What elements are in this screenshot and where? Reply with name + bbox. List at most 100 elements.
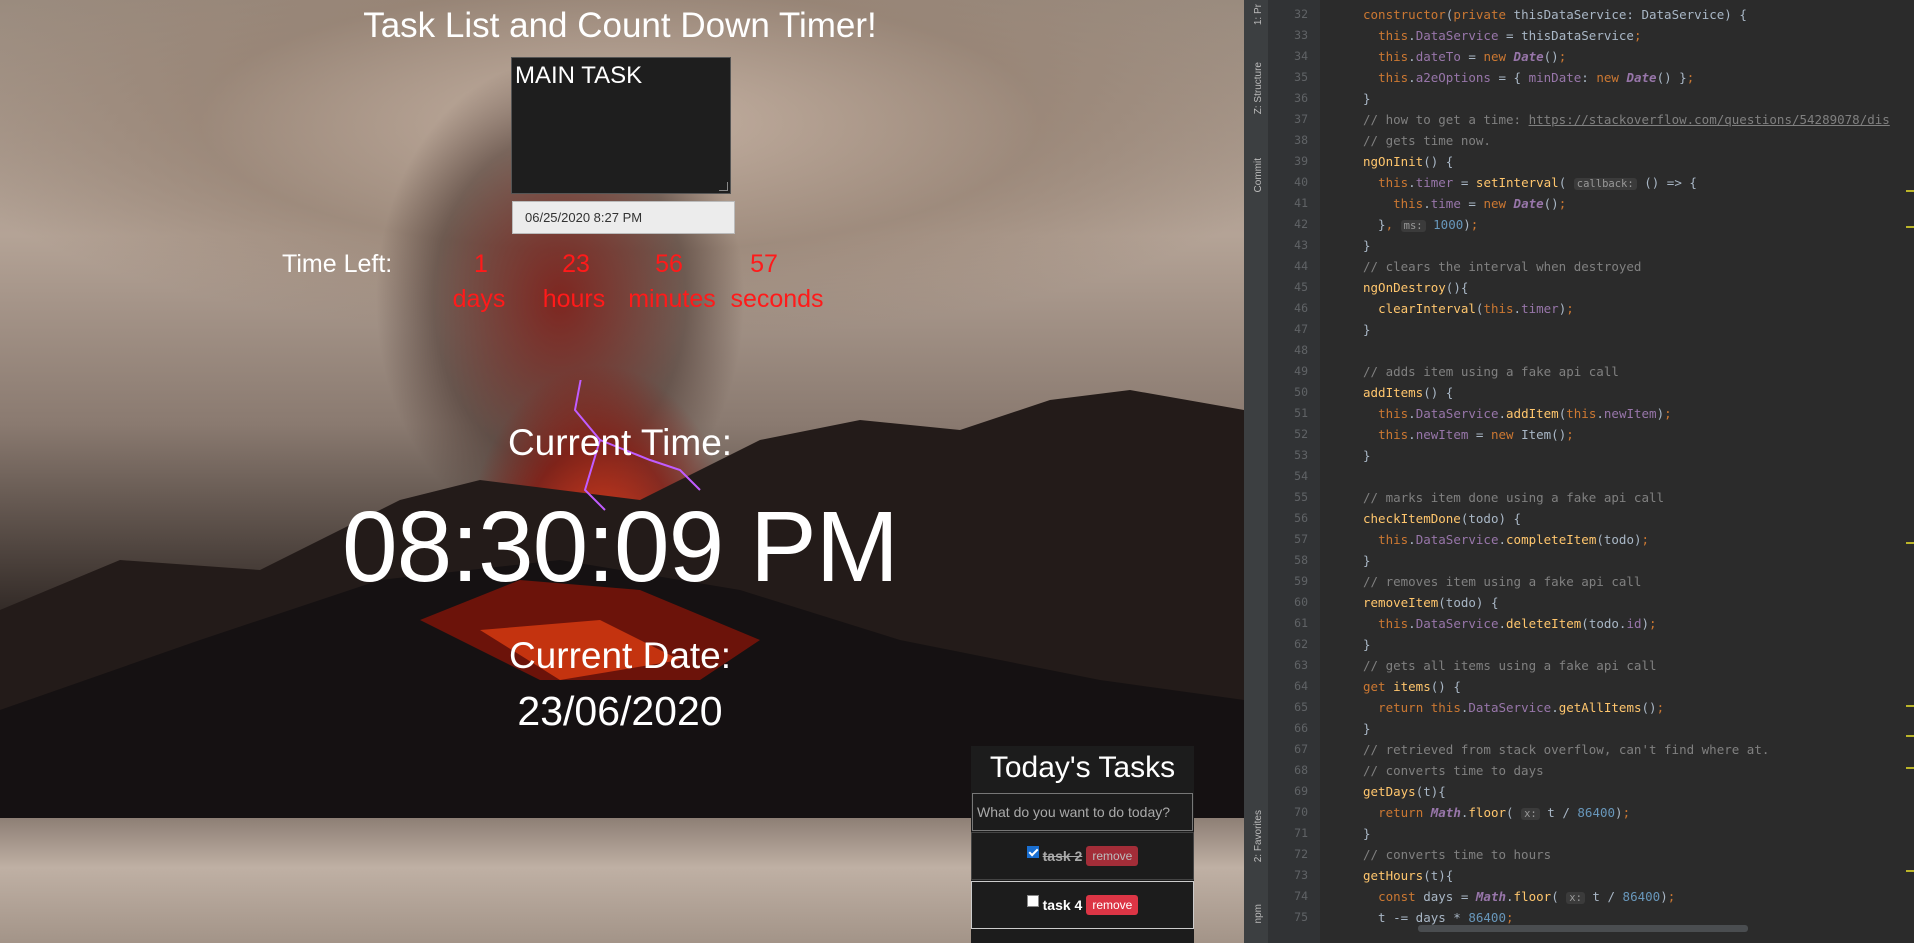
current-date-value: 23/06/2020 [517,688,723,734]
task-checkbox[interactable] [1026,895,1039,907]
countdown-seconds-value: 57 [750,250,778,278]
code-text: } [1363,448,1371,463]
line-number: 65 [1294,700,1308,714]
code-text: } [1363,826,1371,841]
resize-grip-icon[interactable] [719,182,728,191]
code-text: this.a2eOptions = { minDate: new Date() … [1378,70,1695,85]
scroll-marker [1906,705,1914,707]
line-number: 42 [1294,217,1308,231]
code-text: } [1363,637,1371,652]
code-text: } [1363,721,1371,736]
line-number: 72 [1294,847,1308,861]
line-number: 73 [1294,868,1308,882]
code-text: this.time = new Date(); [1393,196,1567,211]
scroll-marker [1906,190,1914,192]
line-number: 51 [1294,406,1308,420]
task-text: task 4 [1042,897,1083,913]
line-number: 59 [1294,574,1308,588]
line-number: 50 [1294,385,1308,399]
line-number: 71 [1294,826,1308,840]
code-text: // converts time to hours [1363,847,1552,862]
code-text: // converts time to days [1363,763,1544,778]
page-title: Task List and Count Down Timer! [363,6,877,45]
countdown-minutes-value: 56 [655,250,683,278]
line-number: 38 [1294,133,1308,147]
line-number: 55 [1294,490,1308,504]
line-number: 60 [1294,595,1308,609]
task-text: task 2 [1042,848,1083,864]
remove-button[interactable]: remove [1086,846,1139,866]
tool-tab-npm[interactable]: npm [1248,904,1268,923]
horizontal-scrollbar[interactable] [1418,925,1748,932]
line-number: 48 [1294,343,1308,357]
line-number: 52 [1294,427,1308,441]
code-text: removeItem(todo) { [1363,595,1499,610]
task-row: task 4 remove [971,881,1194,929]
todays-tasks-panel: Today's Tasks What do you want to do tod… [971,746,1194,943]
line-number: 64 [1294,679,1308,693]
code-text: } [1363,553,1371,568]
tool-tab-structure[interactable]: Z: Structure [1248,62,1268,114]
scroll-marker [1906,870,1914,872]
countdown-hours-value: 23 [562,250,590,278]
countdown-days-unit: days [452,285,506,313]
code-text: // clears the interval when destroyed [1363,259,1642,274]
line-number: 36 [1294,91,1308,105]
code-text: return Math.floor( x: t / 86400); [1378,805,1631,820]
code-text: const days = Math.floor( x: t / 86400); [1378,889,1676,904]
code-text: getHours(t){ [1363,868,1454,883]
ide-pane: 1: Pr Z: Structure Commit 2: Favorites n… [1248,0,1914,943]
line-number: 49 [1294,364,1308,378]
code-text: this.DataService.addItem(this.newItem); [1378,406,1672,421]
code-text: } [1363,238,1371,253]
line-number: 61 [1294,616,1308,630]
code-text: constructor(private thisDataService: Dat… [1363,7,1747,22]
code-text: this.dateTo = new Date(); [1378,49,1567,64]
line-number: 44 [1294,259,1308,273]
code-text: addItems() { [1363,385,1454,400]
line-number: 43 [1294,238,1308,252]
line-number: 68 [1294,763,1308,777]
code-text: // marks item done using a fake api call [1363,490,1665,505]
code-editor[interactable]: 32 constructor(private thisDataService: D… [1268,0,1914,925]
code-text: this.DataService = thisDataService; [1378,28,1642,43]
code-text: clearInterval(this.timer); [1378,301,1574,316]
code-text: }, ms: 1000); [1363,217,1479,232]
countdown-seconds-unit: seconds [730,285,824,313]
line-number: 66 [1294,721,1308,735]
line-number: 35 [1294,70,1308,84]
task-checkbox[interactable] [1026,846,1039,858]
code-text: // how to get a time: https://stackoverf… [1363,112,1890,127]
countdown-minutes-unit: minutes [628,285,716,313]
tool-tab-favorites[interactable]: 2: Favorites [1248,810,1268,862]
line-number: 37 [1294,112,1308,126]
scroll-marker [1906,735,1914,737]
line-number: 57 [1294,532,1308,546]
code-text: this.timer = setInterval( callback: () =… [1378,175,1697,190]
line-number: 46 [1294,301,1308,315]
code-text: // removes item using a fake api call [1363,574,1642,589]
line-number: 32 [1294,7,1308,21]
line-number: 41 [1294,196,1308,210]
tool-tab-commit[interactable]: Commit [1248,158,1268,192]
code-text: ngOnDestroy(){ [1363,280,1469,295]
line-number: 62 [1294,637,1308,651]
code-text: t -= days * 86400; [1363,910,1514,925]
tasks-title: Today's Tasks [989,751,1176,784]
code-text: ngOnInit() { [1363,154,1454,169]
current-time-value: 08:30:09 PM [341,491,899,603]
line-number: 47 [1294,322,1308,336]
code-text: // gets time now. [1363,133,1491,148]
line-number: 75 [1294,910,1308,924]
app-pane: Task List and Count Down Timer! MAIN TAS… [0,0,1244,943]
remove-button[interactable]: remove [1086,895,1139,915]
tool-tab-project[interactable]: 1: Pr [1248,4,1268,25]
new-task-input[interactable]: What do you want to do today? [972,793,1193,831]
line-number: 56 [1294,511,1308,525]
deadline-date-input[interactable]: 06/25/2020 8:27 PM [512,201,735,234]
main-task-text: MAIN TASK [515,62,643,89]
line-number: 67 [1294,742,1308,756]
current-time-label: Current Time: [507,422,733,463]
ide-tool-strip: 1: Pr Z: Structure Commit 2: Favorites n… [1248,0,1269,943]
main-task-textarea[interactable]: MAIN TASK [511,57,731,194]
